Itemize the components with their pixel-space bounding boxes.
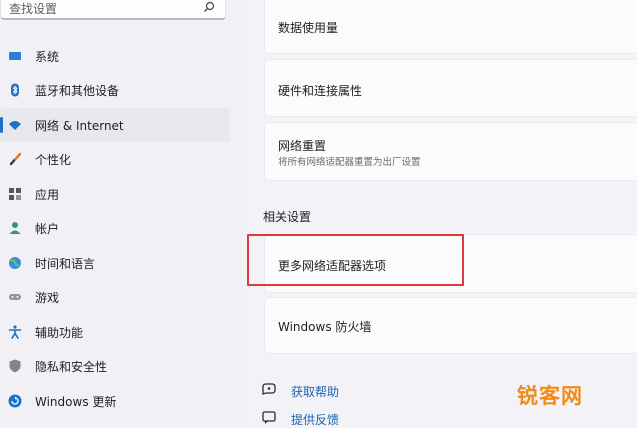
sidebar-item-label: 辅助功能: [35, 326, 84, 340]
search-icon[interactable]: [203, 1, 215, 13]
sidebar: 查找设置 系统 蓝牙和其他设备 网络 & Internet 个性化 应用 帐户 …: [0, 0, 242, 426]
sidebar-item-accounts[interactable]: 帐户: [0, 211, 230, 245]
get-help-link[interactable]: 获取帮助: [291, 383, 339, 400]
windows-firewall-title: Windows 防火墙: [278, 320, 372, 334]
sidebar-item-label: 帐户: [35, 222, 60, 236]
update-icon: [8, 394, 22, 408]
feedback-link[interactable]: 提供反馈: [291, 411, 339, 428]
hardware-properties-card[interactable]: 硬件和连接属性: [264, 59, 637, 117]
sidebar-item-privacy[interactable]: 隐私和安全性: [0, 349, 230, 383]
network-reset-card[interactable]: 网络重置 将所有网络适配器重置为出厂设置: [264, 122, 637, 181]
sidebar-item-label: 应用: [35, 188, 60, 202]
help-icon: [262, 383, 276, 395]
bluetooth-icon: [11, 83, 19, 97]
network-reset-subtitle: 将所有网络适配器重置为出厂设置: [278, 157, 421, 168]
search-box[interactable]: 查找设置: [0, 0, 226, 20]
sidebar-item-network[interactable]: 网络 & Internet: [0, 108, 230, 142]
hardware-properties-title: 硬件和连接属性: [278, 84, 363, 98]
sidebar-item-label: 网络 & Internet: [35, 119, 124, 133]
sidebar-item-time-language[interactable]: 时间和语言: [0, 246, 230, 280]
gamepad-icon: [9, 294, 21, 300]
sidebar-item-label: 隐私和安全性: [35, 360, 108, 374]
sidebar-item-system[interactable]: 系统: [0, 39, 230, 73]
shield-icon: [9, 359, 21, 373]
highlight-box: [247, 234, 464, 286]
data-usage-card[interactable]: 数据使用量: [264, 0, 637, 54]
sidebar-item-label: 蓝牙和其他设备: [35, 84, 120, 98]
related-settings-heading: 相关设置: [263, 210, 312, 224]
sidebar-item-label: Windows 更新: [35, 395, 117, 409]
sidebar-item-windows-update[interactable]: Windows 更新: [0, 384, 230, 418]
sidebar-item-label: 个性化: [35, 153, 72, 167]
globe-clock-icon: [9, 257, 21, 269]
sidebar-item-label: 时间和语言: [35, 257, 96, 271]
search-input[interactable]: 查找设置: [9, 0, 57, 17]
apps-icon: [9, 188, 21, 200]
sidebar-item-label: 系统: [35, 50, 60, 64]
windows-firewall-card[interactable]: Windows 防火墙: [264, 297, 637, 354]
wifi-icon: [9, 121, 21, 130]
sidebar-item-label: 游戏: [35, 291, 60, 305]
sidebar-item-gaming[interactable]: 游戏: [0, 280, 230, 314]
data-usage-title: 数据使用量: [278, 21, 339, 35]
sidebar-item-apps[interactable]: 应用: [0, 177, 230, 211]
accessibility-icon: [8, 325, 22, 339]
network-reset-title: 网络重置: [278, 139, 327, 153]
sidebar-item-accessibility[interactable]: 辅助功能: [0, 315, 230, 349]
sidebar-item-bluetooth[interactable]: 蓝牙和其他设备: [0, 73, 230, 107]
feedback-icon: [262, 411, 276, 424]
person-icon: [9, 222, 21, 234]
watermark: 锐客网: [517, 384, 583, 408]
monitor-icon: [9, 52, 21, 60]
sidebar-item-personalization[interactable]: 个性化: [0, 142, 230, 176]
brush-icon: [9, 152, 22, 166]
